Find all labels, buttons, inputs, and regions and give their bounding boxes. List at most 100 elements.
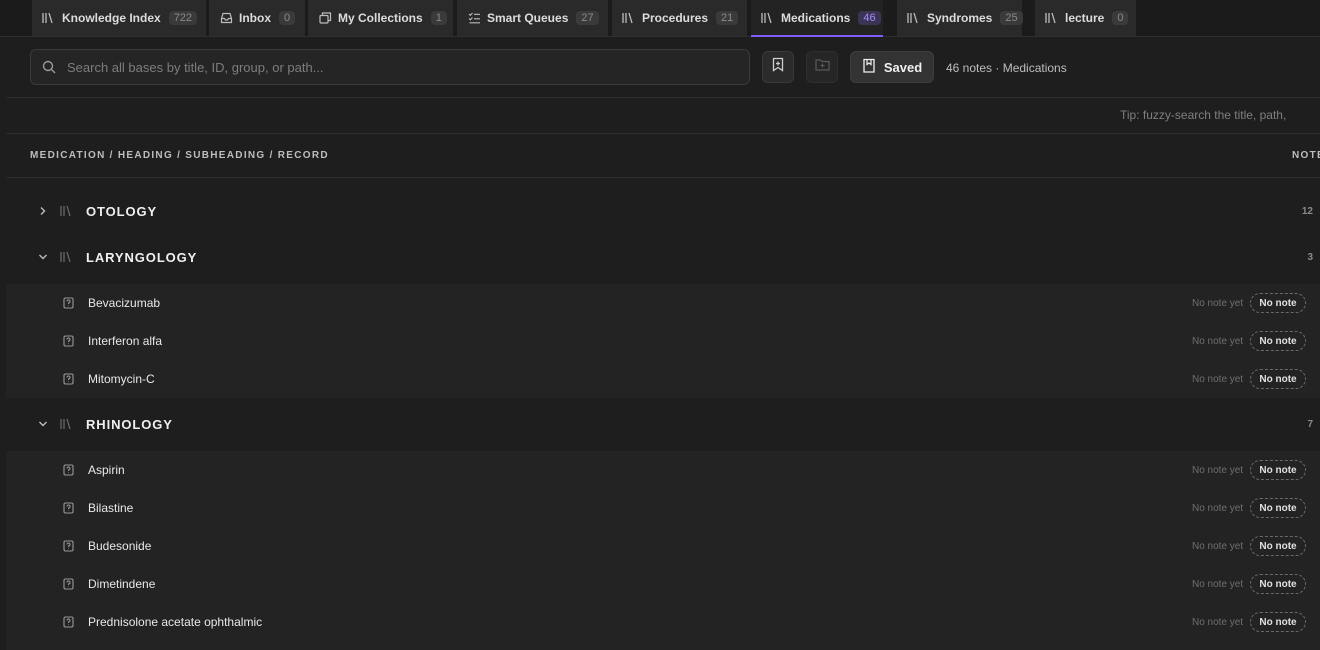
note-icon [63,297,74,309]
notes-status: 46 notes · Medications [946,61,1067,75]
no-note-text: No note yet [1192,335,1244,347]
tab-label: Knowledge Index [62,11,161,25]
column-header-note: NOTE [1292,150,1320,161]
search-input[interactable] [67,59,749,75]
record-title: Aspirin [88,463,125,477]
saved-book-icon [862,58,876,76]
record-row[interactable]: Aspirin No note yet No note [6,451,1320,489]
tab-label: lecture [1065,11,1105,25]
no-note-badge[interactable]: No note [1250,612,1306,632]
group-count: 7 [1307,418,1313,430]
tab-count: 46 [858,11,881,25]
tab-smart-queues[interactable]: Smart Queues 27 [457,0,608,36]
note-icon [63,464,74,476]
record-row[interactable]: Tranexamic acidNo note yetNo note [6,641,1320,650]
record-row[interactable]: Mitomycin-C No note yet No note [6,360,1320,398]
saved-button[interactable]: Saved [850,51,934,83]
library-icon [761,11,775,25]
record-title: Budesonide [88,539,152,553]
column-header-title: MEDICATION / HEADING / SUBHEADING / RECO… [30,150,329,161]
no-note-badge[interactable]: No note [1250,460,1306,480]
no-note-text: No note yet [1192,373,1244,385]
group-title: OTOLOGY [86,203,158,219]
library-icon [60,251,74,263]
collections-icon [318,11,332,25]
record-row[interactable]: Dimetindene No note yet No note [6,565,1320,603]
record-title: Interferon alfa [88,334,163,348]
note-icon [63,373,74,385]
tab-count: 722 [168,11,198,25]
record-title: Bilastine [88,501,134,515]
no-note-badge[interactable]: No note [1250,369,1306,389]
record-title: Dimetindene [88,577,156,591]
library-icon [42,11,56,25]
no-note-badge[interactable]: No note [1250,536,1306,556]
tab-my-collections[interactable]: My Collections 1 [308,0,453,36]
tab-medications[interactable]: Medications 46 [751,0,883,37]
group-row[interactable]: OTOLOGY 12 [6,191,1320,231]
tab-count: 0 [1112,11,1129,25]
library-icon [60,418,74,430]
no-note-text: No note yet [1192,464,1244,476]
tab-count: 27 [576,11,599,25]
record-title: Prednisolone acetate ophthalmic [88,615,263,629]
note-icon [63,578,74,590]
group-row[interactable]: RHINOLOGY 7 [6,404,1320,444]
group-row[interactable]: LARYNGOLOGY 3 [6,237,1320,277]
tab-count: 1 [430,11,447,25]
tab-knowledge-index[interactable]: Knowledge Index 722 [32,0,206,36]
no-note-text: No note yet [1192,578,1244,590]
search-tip: Tip: fuzzy-search the title, path, [1120,108,1287,122]
no-note-badge[interactable]: No note [1250,574,1306,594]
record-row[interactable]: Budesonide No note yet No note [6,527,1320,565]
tab-procedures[interactable]: Procedures 21 [612,0,747,36]
note-icon [63,335,74,347]
no-note-badge[interactable]: No note [1250,293,1306,313]
no-note-badge[interactable]: No note [1250,498,1306,518]
tab-lecture[interactable]: lecture 0 [1035,0,1136,36]
toolbar: Saved 46 notes · Medications [6,37,1320,98]
record-row[interactable]: Bevacizumab No note yet No note [6,284,1320,322]
tab-label: Medications [781,11,851,25]
no-note-badge[interactable]: No note [1250,331,1306,351]
saved-label: Saved [883,59,923,75]
no-note-text: No note yet [1192,616,1244,628]
chevron-down-icon[interactable] [36,417,50,431]
tab-syndromes[interactable]: Syndromes 25 [897,0,1023,36]
record-title: Mitomycin-C [88,372,155,386]
folder-plus-icon [814,58,830,76]
search-icon [31,60,67,74]
group-title: LARYNGOLOGY [86,249,198,265]
library-icon [622,11,636,25]
search-box [30,49,750,85]
tab-count: 25 [1000,11,1023,25]
no-note-text: No note yet [1192,297,1244,309]
record-row[interactable]: Interferon alfa No note yet No note [6,322,1320,360]
tab-label: Procedures [642,11,709,25]
bookmark-plus-icon [771,57,785,77]
tab-label: My Collections [338,11,423,25]
tab-count: 21 [716,11,739,25]
chevron-down-icon[interactable] [36,250,50,264]
record-row[interactable]: Bilastine No note yet No note [6,489,1320,527]
inbox-icon [219,11,233,25]
new-folder-button[interactable] [806,51,838,83]
no-note-text: No note yet [1192,540,1244,552]
library-icon [907,11,921,25]
library-icon [1045,11,1059,25]
group-count: 12 [1301,205,1313,217]
tab-inbox[interactable]: Inbox 0 [209,0,305,36]
tab-label: Syndromes [927,11,993,25]
add-bookmark-button[interactable] [762,51,794,83]
tab-label: Smart Queues [487,11,569,25]
record-title: Bevacizumab [88,296,161,310]
note-icon [63,616,74,628]
note-icon [63,502,74,514]
record-row[interactable]: Prednisolone acetate ophthalmic No note y… [6,603,1320,641]
library-icon [60,205,74,217]
checklist-icon [467,11,481,25]
chevron-right-icon[interactable] [36,204,50,218]
no-note-text: No note yet [1192,502,1244,514]
group-count: 3 [1307,251,1313,263]
note-icon [63,540,74,552]
